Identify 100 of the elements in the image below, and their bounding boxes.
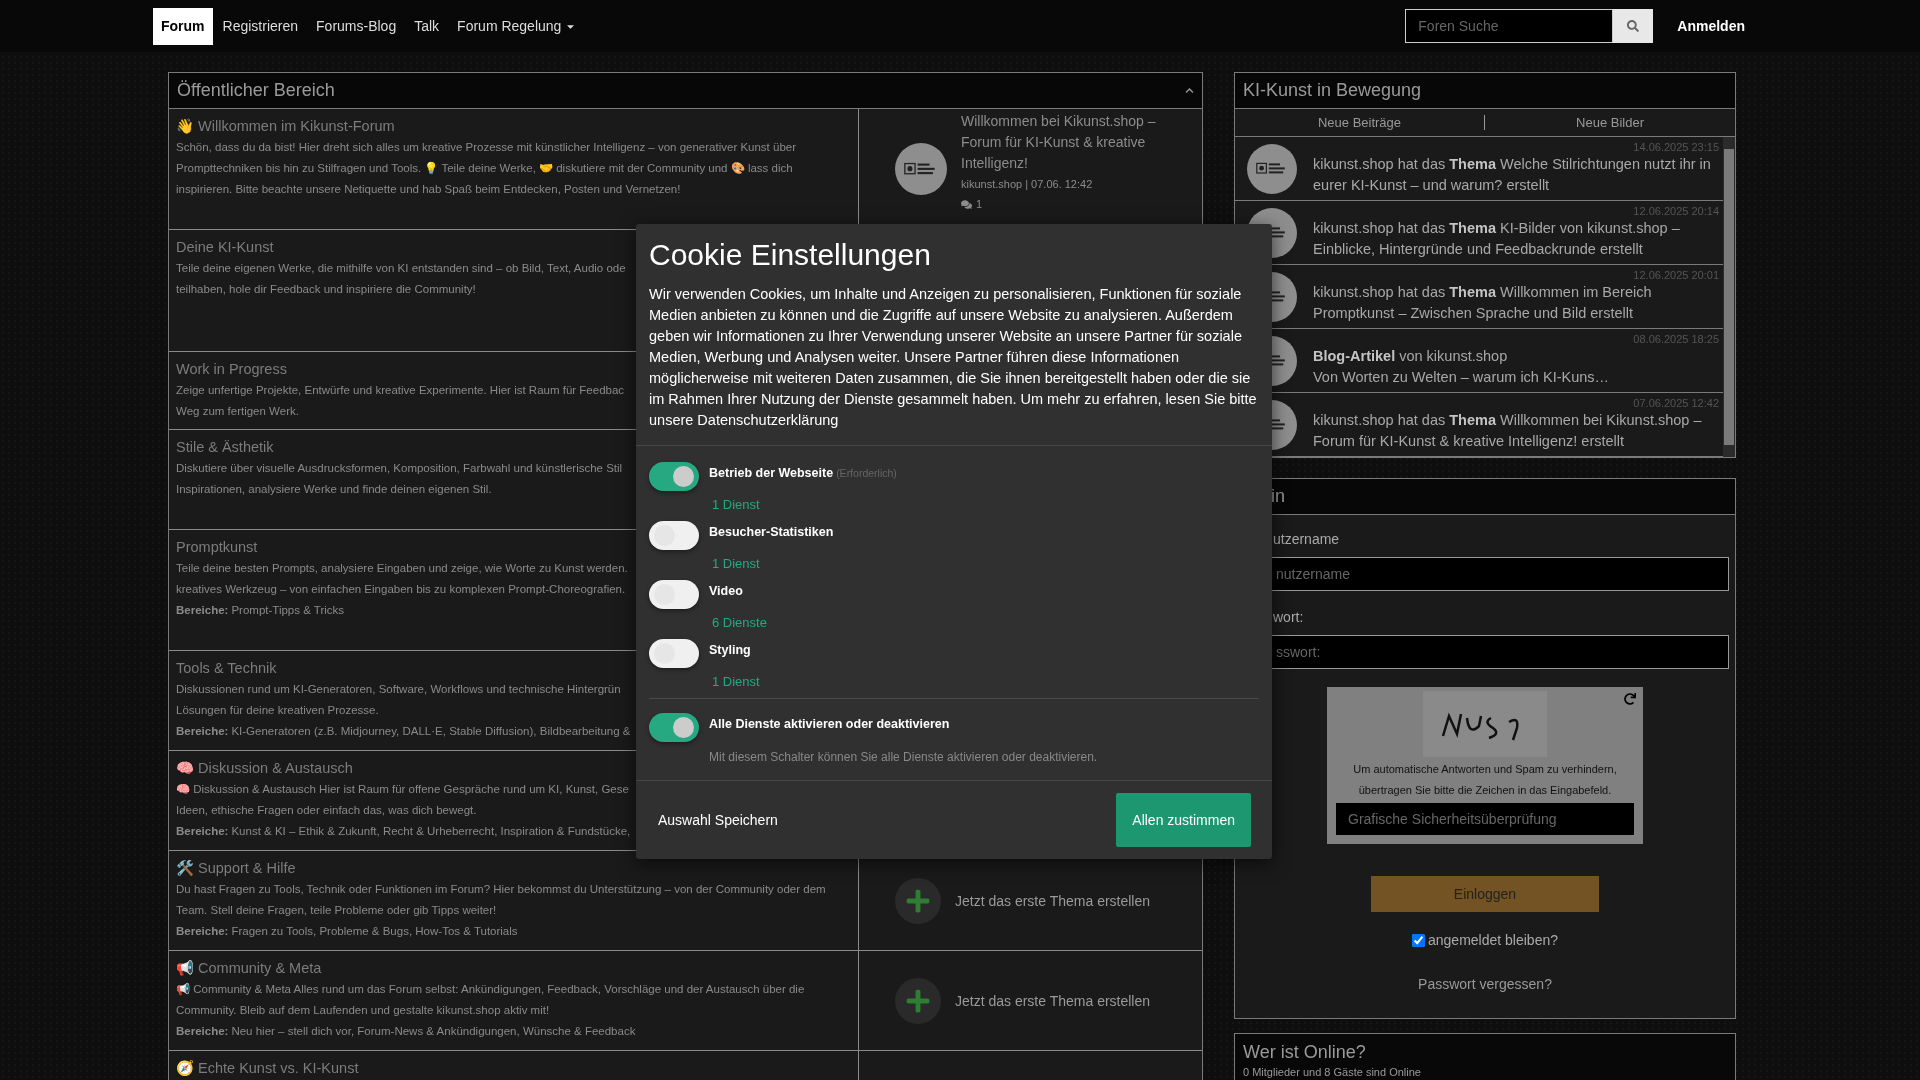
areas-text: KI-Generatoren (z.B. Midjourney, DALL·E, Stable Diffusion), Bildbearbeitung &: [231, 724, 631, 739]
service-name: Betrieb der Webseite: [709, 466, 834, 480]
tab[interactable]: Neue Beiträge: [1235, 115, 1485, 130]
areas-text: Neu hier – stell dich vor, Forum-News & Ankündigungen, Wünsche & Feedback: [231, 1024, 636, 1039]
refresh-icon[interactable]: [1624, 693, 1636, 705]
forum-description: Lösungen für deine kreativen Prozesse.: [176, 703, 379, 718]
captcha-hint: Um automatische Antworten und Spam zu verhindern, übertragen Sie bitte die Zeichen in das Eingabefeld.: [1352, 762, 1618, 798]
toggle-switch[interactable]: [649, 580, 699, 609]
service-count-link[interactable]: 6 Dienste: [709, 609, 1259, 630]
forum-title[interactable]: Tools & Technik: [176, 657, 277, 679]
service-count-link[interactable]: 1 Dienst: [709, 668, 1259, 689]
areas-label: Bereiche:: [176, 1024, 229, 1039]
forum-description: kreatives Werkzeug – von einfachen Eingaben bis zu komplexen Prompt-Choreografien.: [176, 582, 626, 597]
forum-description: Zeige unfertige Projekte, Entwürfe und kreative Experimente. Hier ist Raum für Feedbac: [176, 383, 625, 398]
dialog-text: Wir verwenden Cookies, um Inhalte und Anzeigen zu personalisieren, Funktionen für soziale Medien anbieten zu können und die Zugriffe auf unsere Website zu analysieren. Außerdem geben wir Informationen zu Ihrer Verwendung unserer Website an unsere Partner für soziale Medien, Werbung und Analysen weiter. Unsere Partner führen diese Informationen möglicherweise mit weiteren Daten zusammen, die Sie ihnen bereitgestellt haben oder die sie im Rahmen Ihrer Nutzung der Dienste gesammelt haben. Um mehr zu erfahren, lesen Sie bitte unsere Datenschutzerklärung: [649, 285, 1258, 430]
forum-description: Diskussionen rund um KI-Generatoren, Software, Workflows und technische Hintergrün: [176, 682, 621, 697]
tab[interactable]: Neue Bilder: [1485, 115, 1735, 130]
dialog-title: Cookie Einstellungen: [649, 238, 932, 272]
forum-title[interactable]: Stile & Ästhetik: [176, 436, 274, 458]
nav-link[interactable]: Forums-Blog: [308, 7, 405, 45]
latest-post-link[interactable]: Willkommen bei Kikunst.shop – Forum für KI-Kunst & kreative Intelligenz!: [961, 111, 1161, 174]
search-button[interactable]: [1613, 9, 1654, 43]
forum-description: teilhaben, hole dir Feedback und inspiriere die Community!: [176, 282, 476, 297]
forum-description: Diskutiere über visuelle Ausdrucksformen, Komposition, Farbwahl und künstlerische Stil: [176, 461, 623, 476]
service-name: Styling: [709, 643, 751, 657]
areas-label: Bereiche:: [176, 924, 229, 939]
forum-title[interactable]: 🧠 Diskussion & Austausch: [176, 757, 353, 779]
toggle-switch[interactable]: [649, 462, 699, 491]
forum-title[interactable]: 🧭 Echte Kunst vs. KI-Kunst: [176, 1057, 359, 1079]
new-topic-link[interactable]: Jetzt das erste Thema erstellen: [955, 892, 1151, 909]
reply-count: 1: [976, 197, 983, 212]
online-text: 0 Mitglieder und 8 Gäste sind Online: [1243, 1066, 1422, 1078]
forum-title[interactable]: 🛠 Support & Hilfe: [176, 857, 296, 879]
activity-text[interactable]: kikunst.shop hat das Thema Willkommen bei Kikunst.shop – Forum für KI-Kunst & kreative Intelligenz! erstellt: [1313, 410, 1721, 452]
areas-label: Bereiche:: [176, 603, 229, 618]
collapse-icon[interactable]: [1185, 86, 1194, 95]
forum-description: inspirieren. Bitte beachte unsere Netiquette und hab Spaß beim Entdecken, Posten und Vernetzen!: [176, 182, 681, 197]
activity-date: 07.06.2025 12:42: [1632, 396, 1720, 410]
panel-title: Öffentlicher Bereich: [177, 80, 335, 101]
forum-description: Du hast Fragen zu Tools, Technik oder Funktionen im Forum? Hier bekommst du Unterstützung – von der Community oder dem: [176, 882, 826, 897]
nav-link[interactable]: Talk: [406, 7, 448, 45]
areas-text: Fragen zu Tools, Probleme & Bugs, How-Tos & Tutorials: [231, 924, 518, 939]
activity-text[interactable]: kikunst.shop hat das Thema KI-Bilder von kikunst.shop – Einblicke, Hintergründe und Feedbackrunde erstellt: [1313, 218, 1721, 260]
service-name: Besucher-Statistiken: [709, 525, 834, 539]
remember-checkbox[interactable]: [1412, 933, 1425, 947]
forum-title[interactable]: Work in Progress: [176, 358, 287, 380]
forum-description: Teile deine eigenen Werke, die mithilfe von KI entstanden sind – ob Bild, Text, Audio ode: [176, 261, 626, 276]
toggle-switch[interactable]: [649, 713, 699, 742]
post-meta: kikunst.shop | 07.06. 12:42: [961, 177, 1094, 192]
nav-link[interactable]: Registrieren: [214, 7, 307, 45]
forum-logo-icon: [1256, 161, 1288, 177]
panel-title: in: [1270, 486, 1285, 507]
plus-icon[interactable]: [895, 877, 941, 924]
forgot-password-link[interactable]: Passwort vergessen?: [1418, 976, 1552, 992]
accept-all-button[interactable]: Allen zustimmen: [1116, 793, 1251, 847]
forum-title[interactable]: 📢 Community & Meta: [176, 957, 322, 979]
forum-title[interactable]: 👋 Willkommen im Kikunst-Forum: [176, 115, 395, 137]
nav-link[interactable]: Forum: [153, 7, 213, 45]
panel-title: KI-Kunst in Bewegung: [1243, 80, 1422, 101]
toggle-switch[interactable]: [649, 639, 699, 668]
areas-label: Bereiche:: [176, 824, 229, 839]
forum-description: 📢 Community & Meta Alles rund um das Forum selbst: Ankündigungen, Feedback, Vorschläge und der Austausch über die: [176, 982, 805, 998]
areas-text: Prompt-Tipps & Tricks: [231, 603, 345, 618]
field-label: wort:: [1272, 608, 1305, 627]
captcha-field[interactable]: Grafische Sicherheitsüberprüfung: [1336, 803, 1634, 835]
forum-description: 🧠 Diskussion & Austausch Hier ist Raum für offene Gespräche rund um KI, Kunst, Gese: [176, 782, 629, 797]
search-icon: [1627, 20, 1640, 32]
forum-title[interactable]: Deine KI-Kunst: [176, 236, 274, 258]
blog-excerpt[interactable]: Von Worten zu Welten – warum ich KI-Kuns…: [1313, 367, 1721, 388]
scrollbar[interactable]: [1723, 137, 1735, 457]
new-topic-link[interactable]: Jetzt das erste Thema erstellen: [955, 992, 1151, 1009]
login-link[interactable]: Anmelden: [1677, 18, 1745, 34]
areas-label: Bereiche:: [176, 724, 229, 739]
nav-link[interactable]: Forum Regelung: [449, 7, 585, 45]
activity-date: 08.06.2025 18:25: [1632, 332, 1720, 346]
toggle-switch[interactable]: [649, 521, 699, 550]
forum-description: Ideen, ethische Fragen oder einfach das, was dich bewegt.: [176, 803, 477, 818]
forum-description: Community. Bleib auf dem Laufenden und gestalte kikunst.shop aktiv mit!: [176, 1003, 550, 1018]
activity-text[interactable]: kikunst.shop hat das Thema Welche Stilrichtungen nutzt ihr in eurer KI-Kunst – und warum? erstellt: [1313, 154, 1721, 196]
activity-date: 12.06.2025 20:14: [1632, 204, 1720, 218]
toggle-description: Mit diesem Schalter können Sie alle Dienste aktivieren oder deaktivieren.: [709, 749, 1099, 764]
activity-text[interactable]: kikunst.shop hat das Thema Willkommen im Bereich Promptkunst – Zwischen Sprache und Bild erstellt: [1313, 282, 1721, 324]
forum-description: Weg zum fertigen Werk.: [176, 404, 299, 419]
field-label: utzername: [1272, 530, 1341, 549]
comments-icon: [961, 198, 972, 210]
panel-title: Wer ist Online?: [1243, 1041, 1367, 1064]
service-count-link[interactable]: 1 Dienst: [709, 491, 1259, 512]
forum-description: Team. Stell deine Fragen, teile Probleme oder gib Tipps weiter!: [176, 903, 497, 918]
save-selection-button[interactable]: Auswahl Speichern: [642, 793, 794, 847]
remember-label: angemeldet bleiben?: [1428, 932, 1558, 948]
service-name: Video: [709, 584, 743, 598]
search-field[interactable]: Foren Suche: [1405, 9, 1614, 43]
forum-description: Prompttechniken bis hin zu Stilfragen und Tools. 💡 Teile deine Werke, 🤝 diskutiere mit der Community und 🎨 lass dich: [176, 161, 793, 177]
activity-date: 14.06.2025 23:15: [1632, 140, 1720, 154]
service-name: Alle Dienste aktivieren oder deaktivieren: [709, 717, 950, 731]
areas-text: Kunst & KI – Ethik & Zukunft, Recht & Urheberrecht, Inspiration & Fundstücke,: [231, 824, 631, 839]
forum-description: Inspirationen, analysiere Werke und finde deinen eigenen Stil.: [176, 482, 492, 497]
activity-text[interactable]: Blog-Artikel von kikunst.shop: [1313, 346, 1721, 367]
plus-icon[interactable]: [895, 977, 941, 1024]
forum-title[interactable]: Promptkunst: [176, 536, 258, 558]
